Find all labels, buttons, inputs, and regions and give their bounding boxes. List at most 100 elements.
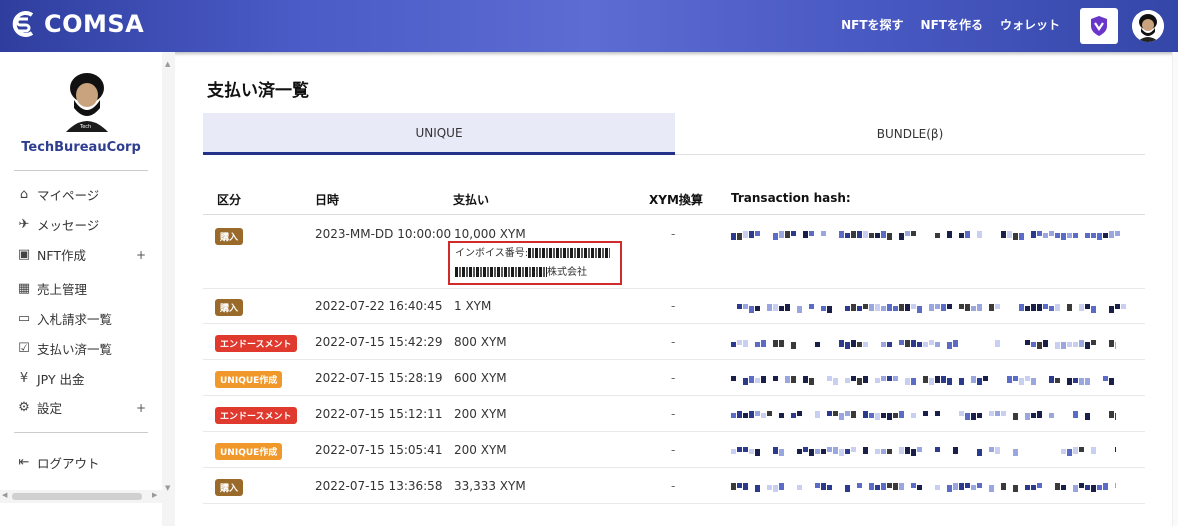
row-datetime: 2022-07-15 15:28:19: [315, 371, 443, 385]
redaction-pixel: [1085, 304, 1090, 309]
sidebar-divider: [14, 170, 148, 171]
sidebar-item-messages[interactable]: ✈ メッセージ: [16, 215, 146, 234]
nav-find-nft[interactable]: NFTを探す: [841, 16, 903, 33]
redaction-pixel: [1109, 306, 1114, 313]
scrollbar-thumb[interactable]: [12, 493, 142, 500]
redaction-pixel: [743, 304, 748, 309]
sidebar-item-nft-create[interactable]: ▣ NFT作成 +: [16, 245, 146, 264]
redaction-pixel: [1079, 447, 1084, 452]
redaction-pixel: [863, 342, 868, 347]
column-header-type: 区分: [217, 193, 242, 207]
sidebar-item-bid-invoices[interactable]: ▭ 入札請求一覧: [16, 309, 146, 328]
redaction-pixel: [923, 411, 928, 416]
redaction-pixel: [1079, 304, 1084, 311]
sidebar-scrollbar-vertical[interactable]: ▲ ▼: [162, 52, 175, 526]
company-suffix: 株式会社: [547, 267, 587, 278]
redaction-pixel: [779, 413, 784, 418]
redaction-pixel: [971, 413, 976, 420]
redaction-pixel: [869, 413, 874, 418]
redaction-pixel: [1031, 231, 1036, 238]
sidebar-item-mypage[interactable]: ⌂ マイページ: [16, 185, 146, 204]
redaction-pixel: [887, 233, 892, 240]
redaction-pixel: [863, 447, 868, 454]
redaction-pixel: [905, 378, 910, 385]
redaction-pixel: [839, 340, 844, 347]
redaction-pixel: [785, 231, 790, 238]
sidebar-item-label: 入札請求一覧: [37, 312, 113, 327]
shield-button[interactable]: [1080, 8, 1118, 44]
sidebar-item-settings[interactable]: ⚙ 設定 +: [16, 398, 146, 417]
scroll-right-arrow-icon[interactable]: ▶: [152, 491, 157, 499]
redaction-pixel: [797, 306, 802, 313]
row-amount: 1 XYM: [454, 299, 492, 313]
redaction-pixel: [851, 304, 856, 311]
sidebar-item-label: NFT作成: [37, 248, 86, 263]
logout-icon: ⇤: [18, 455, 30, 470]
tab-unique[interactable]: UNIQUE: [203, 113, 675, 155]
expand-plus-icon[interactable]: +: [136, 401, 146, 415]
redaction-pixel: [1103, 483, 1108, 490]
redaction-pixel: [1103, 233, 1108, 238]
redaction-pixel: [1043, 340, 1048, 347]
redaction-pixel: [1055, 378, 1060, 383]
redaction-pixel: [989, 411, 994, 416]
nav-create-nft[interactable]: NFTを作る: [921, 16, 983, 33]
sidebar-scrollbar-horizontal[interactable]: ◀ ▶: [0, 490, 162, 503]
row-datetime: 2022-07-22 16:40:45: [315, 299, 443, 313]
comsa-logo[interactable]: COMSA: [8, 9, 144, 39]
row-amount: 200 XYM: [454, 407, 507, 421]
redaction-pixel: [1115, 304, 1120, 309]
redaction-pixel: [767, 411, 772, 416]
redaction-pixel: [1001, 231, 1006, 238]
row-xym: -: [671, 371, 676, 385]
redaction-pixel: [887, 449, 892, 454]
redaction-pixel: [767, 304, 772, 311]
sidebar-avatar[interactable]: Tech: [60, 70, 114, 132]
redaction-pixel: [1037, 342, 1042, 349]
invoice-number: インボイス番号:: [450, 243, 620, 262]
redaction-pixel: [845, 342, 850, 349]
sidebar-item-logout[interactable]: ⇤ ログアウト: [16, 453, 146, 472]
redaction-pixel: [899, 233, 904, 240]
row-xym: -: [671, 335, 676, 349]
redaction-pixel: [857, 378, 862, 385]
redaction-pixel: [947, 304, 952, 309]
sidebar-divider: [14, 432, 148, 433]
expand-plus-icon[interactable]: +: [136, 248, 146, 262]
redaction-pixel: [1055, 483, 1060, 490]
tab-bundle[interactable]: BUNDLE(β): [675, 113, 1145, 155]
redaction-pixel: [737, 340, 742, 345]
redaction-pixel: [1013, 233, 1018, 240]
scroll-up-arrow-icon[interactable]: ▲: [165, 60, 170, 68]
redaction-pixel: [1061, 485, 1066, 490]
redaction-pixel: [803, 376, 808, 383]
sidebar-item-sales[interactable]: ▦ 売上管理: [16, 279, 146, 298]
sidebar-item-jpy-withdraw[interactable]: ¥ JPY 出金: [16, 369, 146, 388]
redaction-pixel: [791, 342, 796, 349]
redaction-pixel: [1013, 449, 1018, 456]
redaction-pixel: [809, 231, 814, 236]
scroll-down-arrow-icon[interactable]: ▼: [165, 484, 170, 492]
redaction-pixel: [1031, 342, 1036, 347]
calculator-icon: ▦: [17, 281, 31, 296]
redaction-pixel: [791, 413, 796, 418]
redaction-pixel: [731, 376, 736, 381]
redaction-pixel: [827, 447, 832, 452]
redaction-pixel: [1085, 233, 1090, 238]
redaction-pixel: [743, 231, 748, 238]
sidebar-item-paid-list[interactable]: ☑ 支払い済一覧: [16, 339, 146, 358]
type-badge: 購入: [215, 479, 244, 496]
sidebar-item-label: マイページ: [37, 188, 100, 203]
redaction-pixel: [1085, 413, 1090, 420]
nav-wallet[interactable]: ウォレット: [1000, 16, 1060, 33]
page-scroll-edge: [1172, 52, 1178, 526]
gear-icon: ⚙: [18, 400, 30, 415]
redaction-pixel: [731, 233, 736, 240]
sidebar-username[interactable]: TechBureauCorp: [0, 140, 162, 155]
user-avatar[interactable]: [1132, 10, 1164, 42]
redaction-pixel: [749, 231, 754, 238]
redaction-pixel: [875, 378, 880, 383]
redaction-pixel: [1025, 306, 1030, 311]
redaction-pixel: [1073, 485, 1078, 492]
scroll-left-arrow-icon[interactable]: ◀: [2, 491, 7, 499]
